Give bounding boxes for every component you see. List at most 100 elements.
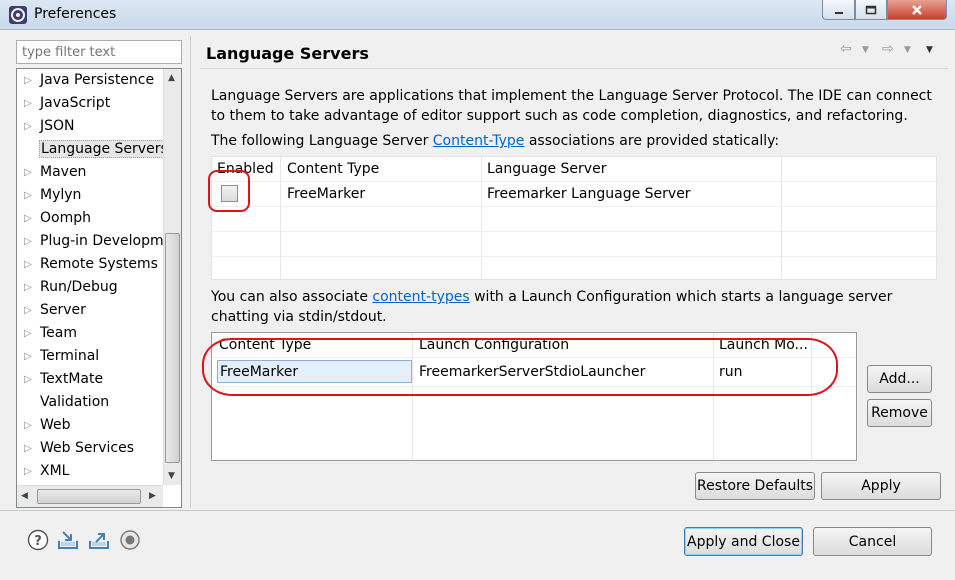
launch-content-type-cell[interactable]: FreeMarker [217, 360, 412, 383]
sidebar-item[interactable]: ▷ Team [17, 322, 163, 345]
sidebar-item[interactable]: ▷ TextMate [17, 368, 163, 391]
horizontal-scroll-thumb[interactable] [37, 489, 141, 504]
sidebar-item[interactable]: ▷ Java Persistence [17, 69, 163, 92]
chevron-right-icon[interactable]: ▷ [24, 466, 32, 477]
header-language-server[interactable]: Language Server [487, 161, 606, 177]
sidebar-item-label: Maven [40, 164, 87, 180]
maximize-button[interactable] [855, 0, 887, 20]
cancel-button[interactable]: Cancel [813, 527, 932, 556]
sidebar-item[interactable]: ▷ Web Services [17, 437, 163, 460]
page-title: Language Servers [206, 44, 369, 63]
content-types-link[interactable]: content-types [372, 289, 469, 305]
view-menu-icon[interactable]: ▼ [926, 45, 933, 55]
help-icon[interactable]: ? [27, 529, 49, 551]
sidebar-item[interactable]: ▷ Plug-in Developm [17, 230, 163, 253]
chevron-right-icon[interactable]: ▷ [24, 213, 32, 224]
close-button[interactable] [887, 0, 947, 20]
scroll-left-icon[interactable]: ◀ [21, 491, 28, 501]
chevron-right-icon[interactable]: ▷ [24, 236, 32, 247]
chevron-right-icon[interactable]: ▷ [24, 328, 32, 339]
chevron-right-icon[interactable]: ▷ [24, 190, 32, 201]
sidebar-item[interactable]: ▷ XML [17, 460, 163, 483]
scroll-down-icon[interactable]: ▼ [168, 471, 175, 481]
row-divider [212, 181, 938, 182]
assoc-text-before: You can also associate [211, 289, 373, 305]
sidebar-item[interactable]: ▷ Server [17, 299, 163, 322]
static-assoc-text: The following Language Server Content-Ty… [211, 131, 936, 151]
header-launch-mode[interactable]: Launch Mo... [719, 337, 808, 353]
header-content-type[interactable]: Content Type [287, 161, 379, 177]
forward-menu-icon[interactable]: ▼ [904, 45, 911, 55]
header-enabled[interactable]: Enabled [217, 161, 274, 177]
record-icon[interactable] [119, 529, 141, 551]
column-divider [781, 157, 782, 281]
title-bar[interactable]: Preferences [0, 0, 955, 30]
sidebar-item[interactable]: ▷ Remote Systems [17, 253, 163, 276]
static-content-type-cell[interactable]: FreeMarker [287, 186, 365, 202]
chevron-right-icon[interactable]: ▷ [24, 167, 32, 178]
sidebar-item-label: Team [40, 325, 78, 341]
filter-input[interactable] [16, 40, 182, 64]
chevron-right-icon[interactable]: ▷ [24, 121, 32, 132]
remove-button[interactable]: Remove [867, 399, 932, 427]
splitter[interactable] [190, 36, 191, 508]
chevron-right-icon[interactable]: ▷ [24, 98, 32, 109]
horizontal-scrollbar[interactable]: ◀ ▶ [17, 485, 163, 507]
row-divider [212, 256, 938, 257]
chevron-right-icon[interactable]: ▷ [24, 282, 32, 293]
apply-and-close-button[interactable]: Apply and Close [684, 527, 803, 556]
restore-defaults-button[interactable]: Restore Defaults [695, 472, 815, 500]
scroll-right-icon[interactable]: ▶ [149, 491, 156, 501]
apply-button[interactable]: Apply [821, 472, 941, 500]
content-type-link[interactable]: Content-Type [433, 133, 525, 149]
preferences-tree[interactable]: ▷ Java Persistence ▷ JavaScript ▷ JSON Languag… [16, 68, 182, 508]
sidebar-item[interactable]: ▷ JSON [17, 115, 163, 138]
eclipse-icon [9, 6, 27, 24]
sidebar-item-label: Oomph [40, 210, 91, 226]
import-icon[interactable] [57, 529, 79, 551]
static-text-after: associations are provided statically: [524, 133, 780, 149]
header-launch-configuration[interactable]: Launch Configuration [419, 337, 569, 353]
sidebar-item-label: Web [40, 417, 71, 433]
sidebar-item-label: Language Servers [39, 140, 163, 158]
back-menu-icon[interactable]: ▼ [862, 45, 869, 55]
sidebar-item[interactable]: ▷ Mylyn [17, 184, 163, 207]
forward-icon[interactable]: ⇨ [882, 41, 894, 57]
sidebar-item-label: JSON [40, 118, 75, 134]
minimize-button[interactable] [822, 0, 855, 20]
vertical-scrollbar[interactable]: ▲ ▼ [163, 69, 181, 485]
scroll-up-icon[interactable]: ▲ [168, 73, 175, 83]
back-icon[interactable]: ⇦ [840, 41, 852, 57]
sidebar-item[interactable]: ▷ JavaScript [17, 92, 163, 115]
sidebar-item[interactable]: ▷ Oomph [17, 207, 163, 230]
chevron-right-icon[interactable]: ▷ [24, 374, 32, 385]
chevron-right-icon[interactable]: ▷ [24, 305, 32, 316]
sidebar-item[interactable]: Validation [17, 391, 163, 414]
vertical-scroll-thumb[interactable] [165, 233, 180, 463]
enabled-checkbox[interactable] [221, 185, 238, 202]
header-divider [200, 68, 948, 69]
launch-mode-cell[interactable]: run [719, 364, 743, 380]
static-language-server-cell[interactable]: Freemarker Language Server [487, 186, 691, 202]
launch-configuration-cell[interactable]: FreemarkerServerStdioLauncher [419, 364, 645, 380]
sidebar-item[interactable]: ▷ Web [17, 414, 163, 437]
sidebar-item-label: Validation [40, 394, 110, 410]
sidebar-item[interactable]: ▷ Maven [17, 161, 163, 184]
sidebar-item-label: Remote Systems [40, 256, 158, 272]
chevron-right-icon[interactable]: ▷ [24, 351, 32, 362]
sidebar-item[interactable]: ▷ Terminal [17, 345, 163, 368]
chevron-right-icon[interactable]: ▷ [24, 420, 32, 431]
column-divider [713, 333, 714, 460]
sidebar-item-label: Server [40, 302, 86, 318]
sidebar-item-label: Java Persistence [40, 72, 155, 88]
export-icon[interactable] [88, 529, 110, 551]
sidebar-item[interactable]: ▷ Run/Debug [17, 276, 163, 299]
chevron-right-icon[interactable]: ▷ [24, 75, 32, 86]
sidebar-item[interactable]: Language Servers [17, 138, 163, 161]
add-button[interactable]: Add... [867, 365, 932, 393]
chevron-right-icon[interactable]: ▷ [24, 443, 32, 454]
column-divider [412, 333, 413, 460]
sidebar-item-label: Run/Debug [40, 279, 118, 295]
chevron-right-icon[interactable]: ▷ [24, 259, 32, 270]
header-content-type[interactable]: Content Type [219, 337, 311, 353]
